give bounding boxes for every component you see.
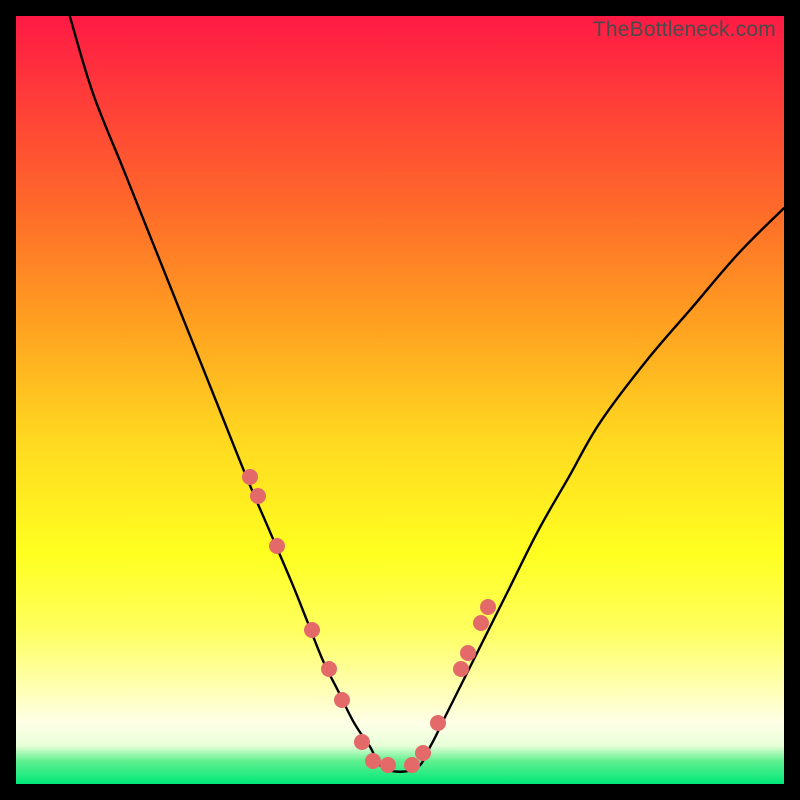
- data-marker: [304, 622, 320, 638]
- data-marker: [250, 488, 266, 504]
- bottleneck-curve: [16, 16, 784, 784]
- data-marker: [415, 745, 431, 761]
- data-marker: [334, 692, 350, 708]
- chart-frame: TheBottleneck.com: [0, 0, 800, 800]
- data-marker: [242, 469, 258, 485]
- data-marker: [365, 753, 381, 769]
- data-marker: [453, 661, 469, 677]
- data-marker: [354, 734, 370, 750]
- plot-area: TheBottleneck.com: [16, 16, 784, 784]
- data-marker: [460, 645, 476, 661]
- data-marker: [430, 715, 446, 731]
- data-marker: [380, 757, 396, 773]
- data-marker: [480, 599, 496, 615]
- data-marker: [269, 538, 285, 554]
- data-marker: [321, 661, 337, 677]
- data-marker: [473, 615, 489, 631]
